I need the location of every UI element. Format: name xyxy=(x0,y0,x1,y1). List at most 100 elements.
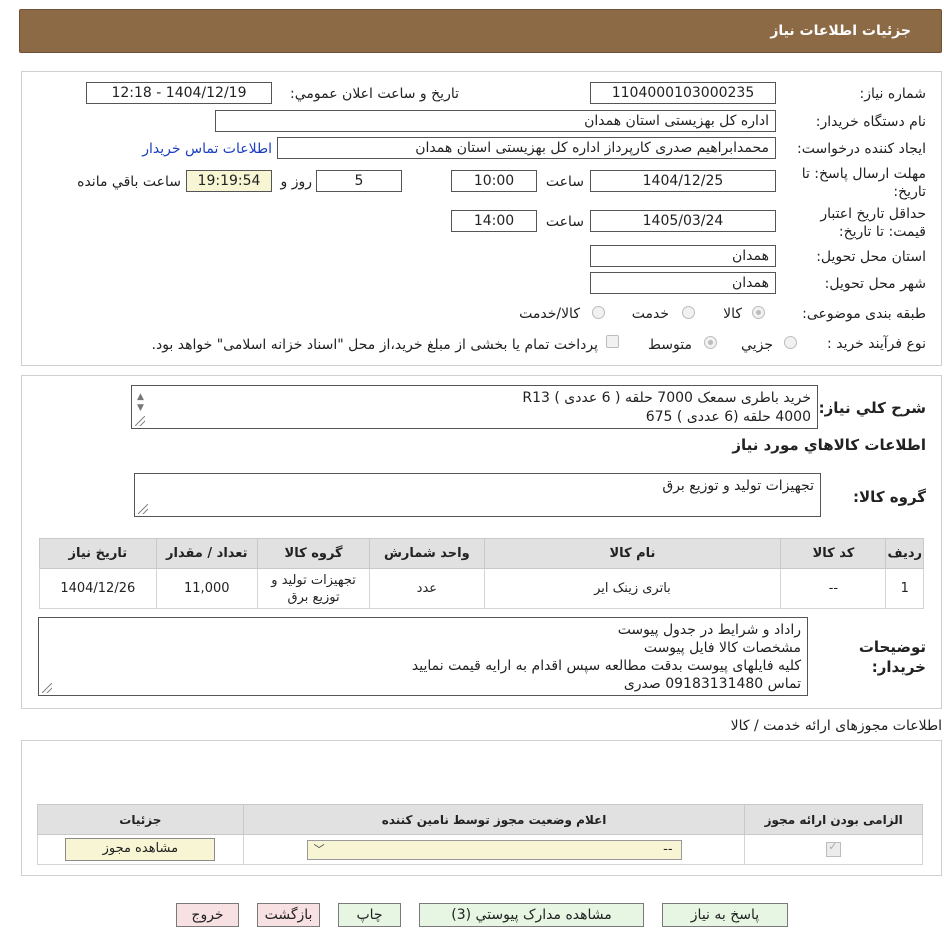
category-option-service: خدمت xyxy=(631,306,669,322)
category-radio-goods[interactable] xyxy=(752,306,765,319)
row-code: -- xyxy=(780,568,887,609)
view-permit-button[interactable]: مشاهده مجوز xyxy=(65,838,216,861)
city-field: همدان xyxy=(590,272,776,294)
validity-time-field: 14:00 xyxy=(451,210,537,232)
process-option-minor: جزیي xyxy=(741,337,773,353)
notes-line-2: مشخصات کالا فایل پیوست xyxy=(643,640,801,656)
city-label: شهر محل تحویل: xyxy=(824,276,926,292)
exit-button[interactable]: خروج xyxy=(176,903,239,927)
description-label: شرح کلي نیاز: xyxy=(818,399,926,417)
deadline-time-field: 10:00 xyxy=(451,170,537,192)
goods-section-title: اطلاعات کالاهاي مورد نیاز xyxy=(732,436,926,454)
need-number-field: 1104000103000235 xyxy=(590,82,776,104)
goods-group-value: تجهیزات تولید و توزیع برق xyxy=(662,478,814,494)
col-date: تاریخ نیاز xyxy=(39,538,157,569)
deadline-label-line2: تاریخ: xyxy=(893,184,926,200)
col-group: گروه کالا xyxy=(256,538,371,569)
row-index: 1 xyxy=(885,568,924,609)
deadline-label-line1: مهلت ارسال پاسخ: تا xyxy=(801,166,926,182)
province-field: همدان xyxy=(590,245,776,267)
col-permit-required: الزامی بودن ارائه مجوز xyxy=(744,804,923,835)
col-code: کد کالا xyxy=(780,538,887,569)
row-unit: عدد xyxy=(369,568,485,609)
validity-label-line2: قیمت: تا تاریخ: xyxy=(838,224,926,240)
category-option-goods-service: کالا/خدمت xyxy=(519,306,580,322)
row-group: تجهیزات تولید و توزیع برق xyxy=(256,568,371,609)
col-name: نام کالا xyxy=(483,538,782,569)
row-group-line2: توزیع برق xyxy=(287,589,340,605)
notes-line-1: راداد و شرایط در جدول پیوست xyxy=(617,622,801,638)
row-date: 1404/12/26 xyxy=(39,568,157,609)
resize-handle-icon[interactable] xyxy=(138,504,148,514)
category-label: طبقه بندی موضوعی: xyxy=(802,306,926,322)
buyer-notes-label-line1: توضیحات xyxy=(858,638,926,656)
deadline-date-field: 1404/12/25 xyxy=(590,170,776,192)
creator-field: محمدابراهیم صدری کارپرداز اداره کل بهزیس… xyxy=(277,137,776,159)
permits-row: ✓ -- ﹀ مشاهده مجوز xyxy=(37,834,923,865)
buyer-notes-textarea[interactable]: راداد و شرایط در جدول پیوست مشخصات کالا … xyxy=(38,617,808,696)
buyer-org-field: اداره کل بهزیستی استان همدان xyxy=(215,110,776,132)
description-line-1: خرید باطری سمعک 7000 حلقه ( 6 عددی ) R13 xyxy=(522,390,811,406)
notes-line-4: تماس 09183131480 صدری xyxy=(623,676,801,692)
table-row: 1 -- باتری زینک ایر عدد تجهیزات تولید و … xyxy=(39,568,924,609)
validity-label: حداقل تاریخ اعتبار قیمت: تا تاریخ: xyxy=(820,205,926,241)
chevron-down-icon: ﹀ xyxy=(313,842,325,856)
row-name: باتری زینک ایر xyxy=(483,568,782,609)
buyer-contact-link[interactable]: اطلاعات تماس خریدار xyxy=(142,141,272,157)
resize-handle-icon[interactable] xyxy=(42,683,52,693)
permit-required-checkbox: ✓ xyxy=(826,840,842,857)
page-title: جزئیات اطلاعات نیاز xyxy=(770,23,911,39)
process-option-medium: متوسط xyxy=(648,337,692,353)
permit-status-value: -- xyxy=(663,841,673,857)
description-line-2: 4000 حلقه (6 عددی ) 675 xyxy=(645,409,811,425)
description-textarea[interactable]: خرید باطری سمعک 7000 حلقه ( 6 عددی ) R13… xyxy=(131,385,818,429)
announce-datetime-label: تاریخ و ساعت اعلان عمومي: xyxy=(290,86,459,102)
row-group-line1: تجهیزات تولید و xyxy=(271,572,356,588)
col-permit-status: اعلام وضعیت مجوز توسط نامین کننده xyxy=(242,804,746,835)
creator-label: ایجاد کننده درخواست: xyxy=(797,141,926,157)
process-type-label: نوع فرآیند خرید : xyxy=(827,336,926,352)
permits-table-header: الزامی بودن ارائه مجوز اعلام وضعیت مجوز … xyxy=(37,804,923,835)
remaining-time-field: 19:19:54 xyxy=(186,170,272,192)
page-header: جزئیات اطلاعات نیاز xyxy=(19,9,942,53)
process-radio-minor[interactable] xyxy=(784,336,797,349)
deadline-label: مهلت ارسال پاسخ: تا تاریخ: xyxy=(802,165,926,201)
goods-table: ردیف کد کالا نام کالا واحد شمارش گروه کا… xyxy=(39,538,924,609)
buyer-notes-label: توضیحات خریدار: xyxy=(859,637,926,677)
category-option-goods: کالا xyxy=(723,306,742,322)
back-button[interactable]: بازگشت xyxy=(257,903,320,927)
treasury-payment-note: پرداخت تمام یا بخشی از مبلغ خرید،از محل … xyxy=(151,337,598,353)
announce-datetime-field: 1404/12/19 - 12:18 xyxy=(86,82,272,104)
buyer-notes-label-line2: خریدار: xyxy=(871,658,926,676)
validity-time-label: ساعت xyxy=(545,214,584,230)
col-unit: واحد شمارش xyxy=(369,538,485,569)
deadline-time-label: ساعت xyxy=(545,174,584,190)
treasury-payment-checkbox[interactable] xyxy=(606,335,619,348)
validity-label-line1: حداقل تاریخ اعتبار xyxy=(820,206,926,222)
goods-group-textarea[interactable]: تجهیزات تولید و توزیع برق xyxy=(134,473,821,517)
validity-date-field: 1405/03/24 xyxy=(590,210,776,232)
need-number-label: شماره نیاز: xyxy=(859,86,927,102)
goods-group-label: گروه کالا: xyxy=(853,488,926,506)
respond-button[interactable]: پاسخ به نیاز xyxy=(662,903,788,927)
notes-line-3: کلیه فایلهای پیوست بدقت مطالعه سپس اقدام… xyxy=(411,658,801,674)
goods-table-header: ردیف کد کالا نام کالا واحد شمارش گروه کا… xyxy=(39,538,924,569)
col-quantity: تعداد / مقدار xyxy=(155,538,258,569)
col-row: ردیف xyxy=(885,538,924,569)
print-button[interactable]: چاپ xyxy=(338,903,401,927)
remaining-time-label: ساعت باقي مانده xyxy=(77,174,181,190)
category-radio-goods-service[interactable] xyxy=(592,306,605,319)
permit-status-select[interactable]: -- ﹀ xyxy=(306,839,682,860)
buyer-org-label: نام دستگاه خریدار: xyxy=(815,114,926,130)
row-quantity: 11,000 xyxy=(155,568,258,609)
check-icon: ✓ xyxy=(828,840,838,853)
resize-handle-icon[interactable] xyxy=(135,416,145,426)
days-label: روز و xyxy=(280,174,313,190)
category-radio-service[interactable] xyxy=(682,306,695,319)
process-radio-medium[interactable] xyxy=(704,336,717,349)
view-attachments-button[interactable]: مشاهده مدارک پیوستي (3) xyxy=(419,903,644,927)
province-label: استان محل تحویل: xyxy=(816,249,926,265)
col-permit-details: جزئیات xyxy=(37,804,244,835)
permits-table: الزامی بودن ارائه مجوز اعلام وضعیت مجوز … xyxy=(37,804,923,865)
permits-title: اطلاعات مجوزهای ارائه خدمت / کالا xyxy=(730,718,942,734)
